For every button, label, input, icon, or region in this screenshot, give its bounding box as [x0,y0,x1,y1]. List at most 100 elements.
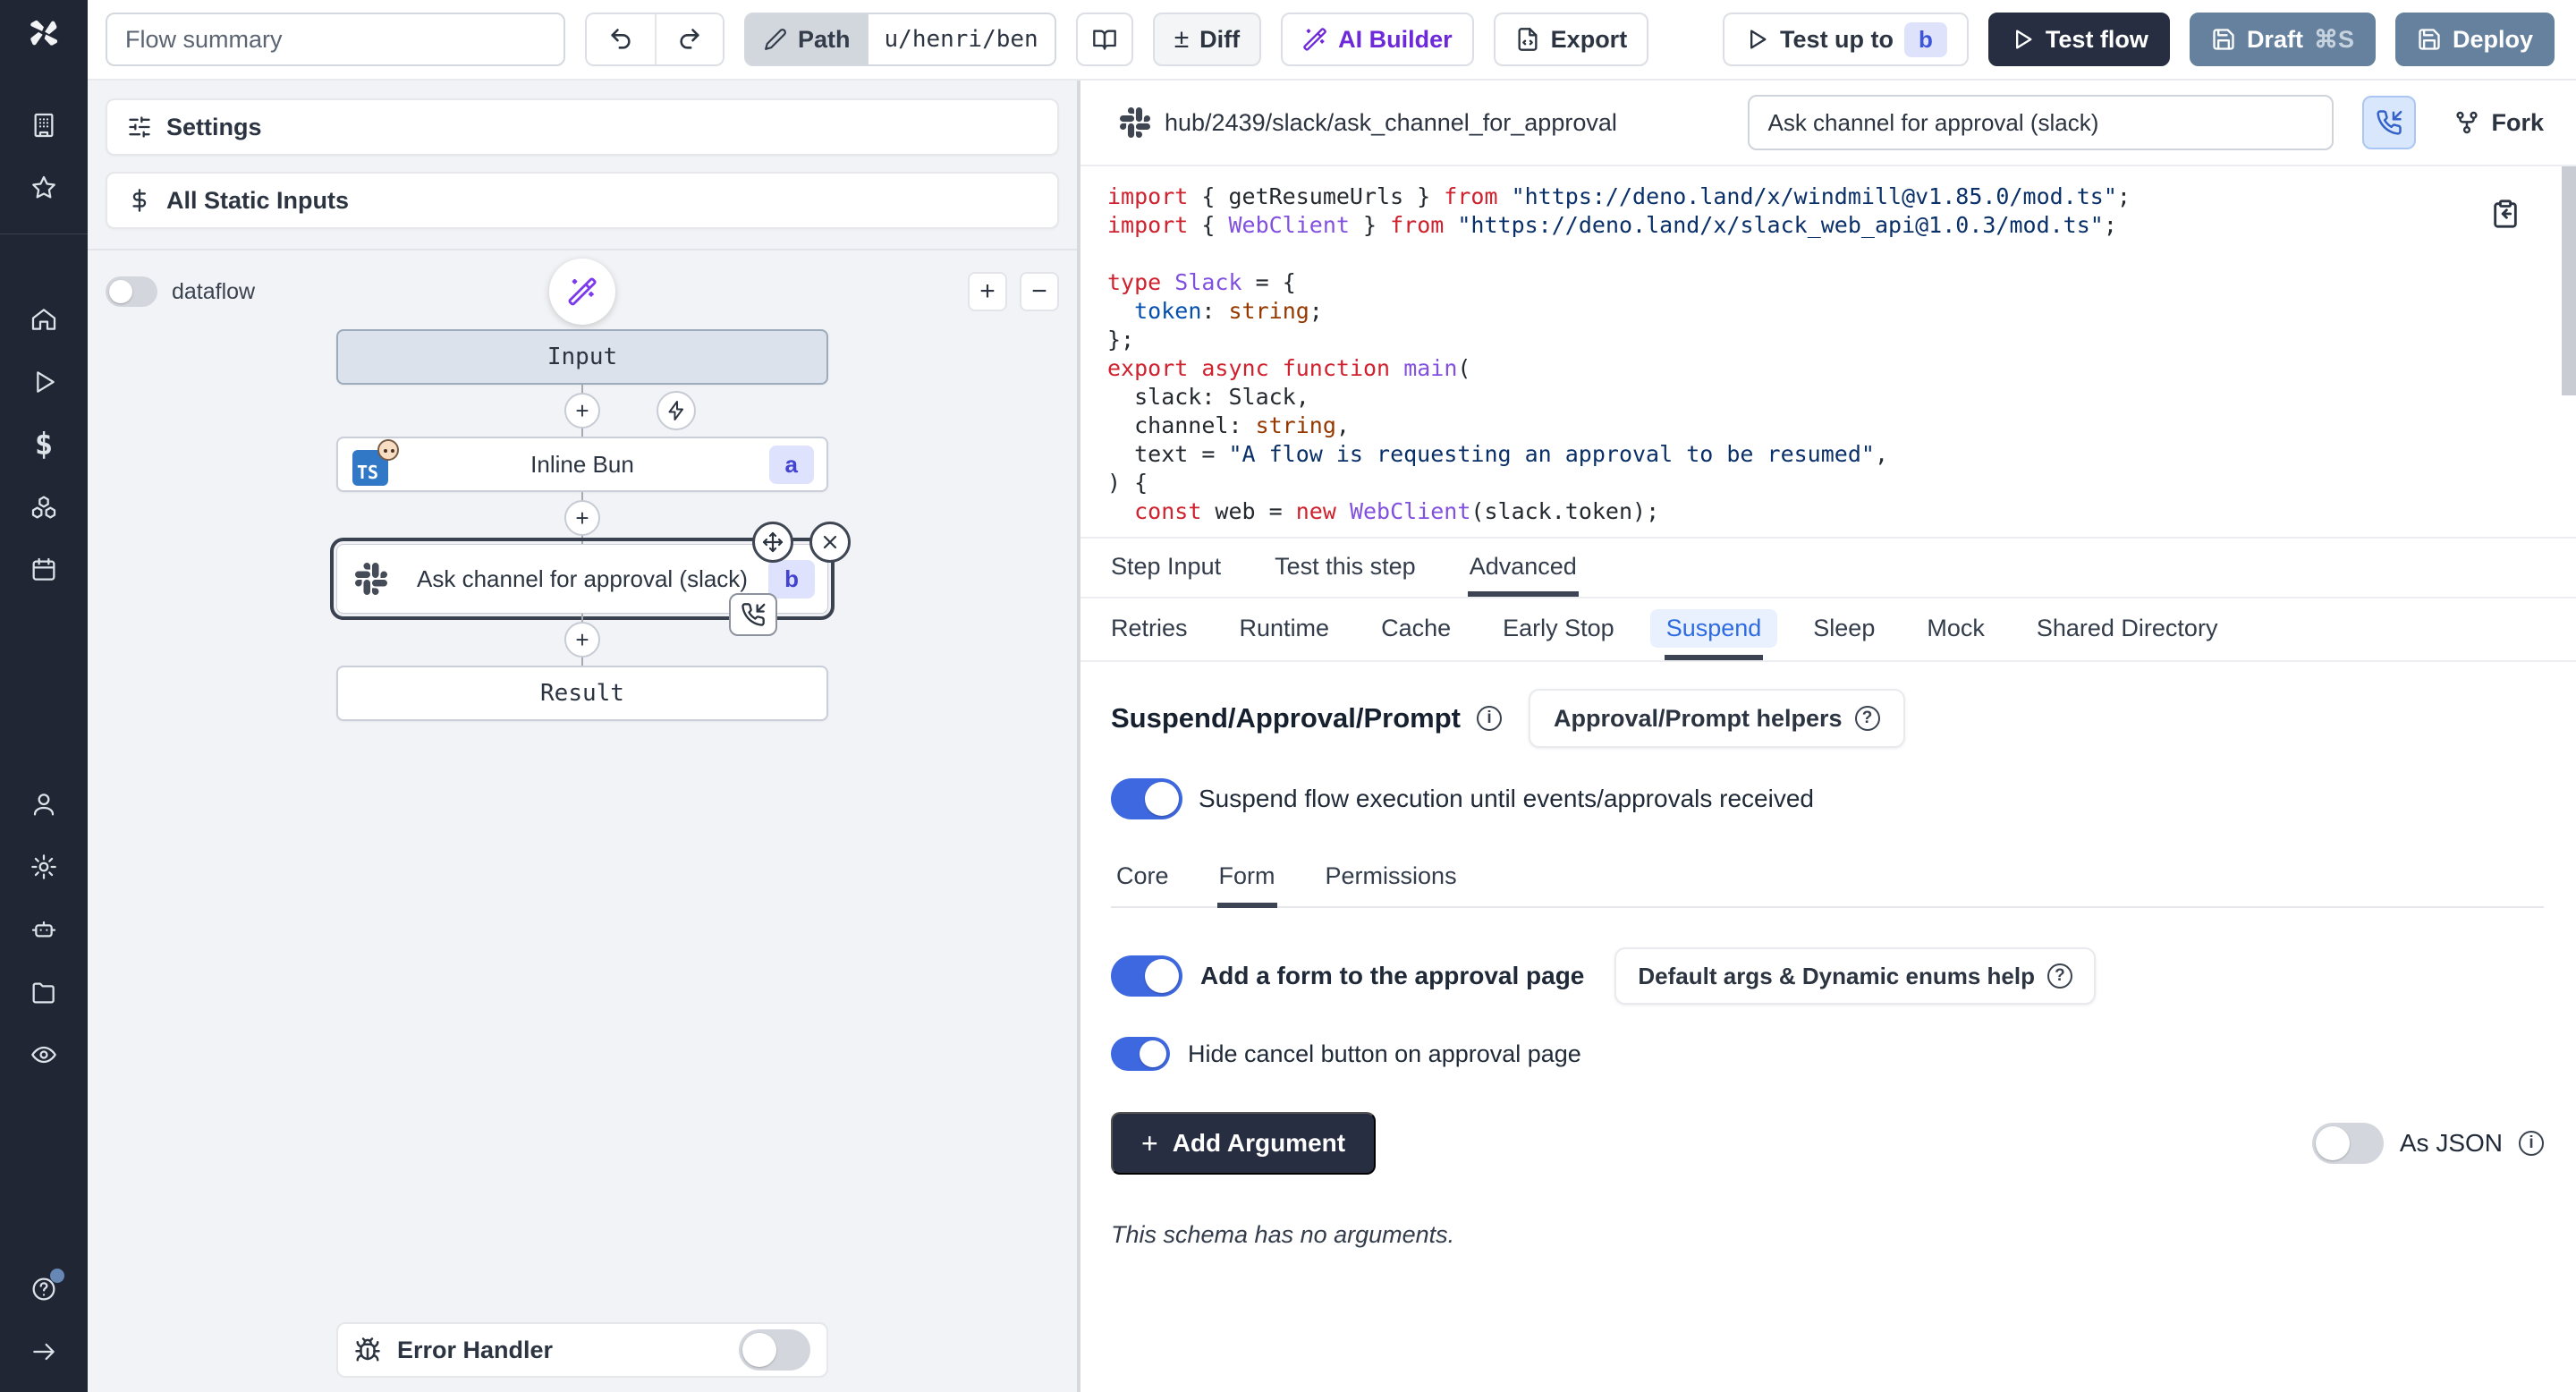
suspend-phone-badge[interactable] [729,593,777,636]
tab-form[interactable]: Form [1217,852,1277,908]
step-name-input[interactable] [1748,95,2334,150]
tab-mock[interactable]: Mock [1925,598,1987,660]
schedules-calendar-icon[interactable] [0,539,88,601]
variables-dollar-icon[interactable]: $ [0,413,88,476]
code-editor[interactable]: import { getResumeUrls } from "https://d… [1080,166,2576,537]
edge-input-a: + [581,385,583,437]
tab-cache[interactable]: Cache [1379,598,1453,660]
copy-code-button[interactable] [2490,199,2521,233]
path-value[interactable]: u/henri/ben [869,14,1055,64]
flow-summary-input[interactable] [106,13,565,66]
ai-flow-wand-button[interactable] [549,259,615,325]
flow-graph: Input + TS Inline Bun a + [336,329,828,721]
tab-retries[interactable]: Retries [1109,598,1190,660]
close-x-icon [819,531,841,553]
export-file-icon [1515,27,1540,52]
as-json-toggle[interactable] [2312,1123,2384,1164]
test-flow-button[interactable]: Test flow [1988,13,2170,66]
collapse-arrow-icon[interactable] [0,1320,88,1383]
bolt-icon [665,400,687,421]
users-person-icon[interactable] [0,773,88,836]
wand-icon [567,276,597,307]
hub-path: hub/2439/slack/ask_channel_for_approval [1165,109,1617,137]
settings-gear-icon[interactable] [0,836,88,898]
suspend-execution-toggle[interactable] [1111,778,1182,819]
add-step-button[interactable]: + [564,393,600,429]
fork-button[interactable]: Fork [2453,109,2544,137]
error-handler-toggle[interactable] [739,1329,810,1371]
home-icon[interactable] [0,288,88,351]
edge-a-b: + [581,492,583,544]
tab-early-stop[interactable]: Early Stop [1501,598,1616,660]
path-edit-button[interactable]: Path [746,14,869,64]
delete-step-button[interactable] [809,522,851,563]
tab-core[interactable]: Core [1114,852,1171,908]
add-step-button[interactable]: + [564,622,600,658]
trigger-bolt-button[interactable] [657,391,696,430]
windmill-logo[interactable] [23,13,64,58]
audit-eye-icon[interactable] [0,1023,88,1086]
step-panel: hub/2439/slack/ask_channel_for_approval … [1080,81,2576,1392]
workspace-icon[interactable] [0,94,88,157]
docs-book-button[interactable] [1076,13,1133,66]
info-icon[interactable]: i [2519,1131,2544,1156]
zoom-out-button[interactable]: − [1020,272,1059,311]
add-form-toggle[interactable] [1111,955,1182,997]
test-up-to-button[interactable]: Test up tob [1723,13,1969,66]
tab-step-input[interactable]: Step Input [1109,539,1223,597]
diff-button[interactable]: ±Diff [1153,13,1261,66]
step-a-node[interactable]: TS Inline Bun a [336,437,828,492]
suspend-toggle-label: Suspend flow execution until events/appr… [1199,785,1814,813]
dataflow-toggle[interactable] [106,276,157,307]
suspend-phone-button[interactable] [2362,96,2416,149]
ai-builder-button[interactable]: AI Builder [1281,13,1474,66]
workers-robot-icon[interactable] [0,898,88,961]
slack-icon [1120,107,1150,138]
favorites-star-icon[interactable] [0,157,88,219]
phone-incoming-icon [741,602,766,627]
step-b-badge: b [768,560,815,598]
result-node[interactable]: Result [336,666,828,721]
help-badge-dot [50,1269,64,1283]
help-icon[interactable] [0,1258,88,1320]
edge-b-result: + [581,614,583,666]
default-args-help-button[interactable]: Default args & Dynamic enums help? [1614,947,2096,1005]
info-icon[interactable]: i [1477,706,1502,731]
hide-cancel-toggle[interactable] [1111,1037,1170,1071]
tab-suspend[interactable]: Suspend [1665,598,1764,660]
redo-button[interactable] [655,14,723,64]
test-up-to-step-badge: b [1904,22,1947,57]
add-step-button[interactable]: + [564,500,600,536]
step-header: hub/2439/slack/ask_channel_for_approval … [1080,81,2576,166]
approval-prompt-helpers-button[interactable]: Approval/Prompt helpers? [1529,689,1905,748]
app-root: $ Path u/henri/ben [0,0,2576,1392]
bun-baby-icon [377,439,399,461]
resources-cubes-icon[interactable] [0,476,88,539]
undo-button[interactable] [587,14,655,64]
add-argument-button[interactable]: +Add Argument [1111,1112,1376,1175]
move-step-button[interactable] [752,522,793,563]
draft-button[interactable]: Draft⌘S [2190,13,2376,66]
tab-test-this-step[interactable]: Test this step [1273,539,1418,597]
zoom-in-button[interactable]: + [968,272,1007,311]
tab-advanced[interactable]: Advanced [1468,539,1579,597]
tab-permissions[interactable]: Permissions [1324,852,1459,908]
runs-play-icon[interactable] [0,351,88,413]
export-button[interactable]: Export [1494,13,1649,66]
empty-schema-text: This schema has no arguments. [1111,1221,2544,1249]
all-static-inputs-button[interactable]: All Static Inputs [106,172,1059,229]
deploy-button[interactable]: Deploy [2395,13,2555,66]
step-tabs: Step Input Test this step Advanced [1080,537,2576,597]
code-scrollbar[interactable] [2562,166,2576,395]
wand-icon [1302,27,1327,52]
step-b-node-selected[interactable]: Ask channel for approval (slack) b [336,544,828,614]
left-rail: $ [0,0,88,1392]
rail-divider [0,233,88,234]
fork-icon [2453,109,2480,136]
tab-runtime[interactable]: Runtime [1238,598,1332,660]
folders-icon[interactable] [0,961,88,1023]
tab-shared-directory[interactable]: Shared Directory [2035,598,2220,660]
flow-settings-button[interactable]: Settings [106,98,1059,156]
input-node[interactable]: Input [336,329,828,385]
tab-sleep[interactable]: Sleep [1811,598,1877,660]
